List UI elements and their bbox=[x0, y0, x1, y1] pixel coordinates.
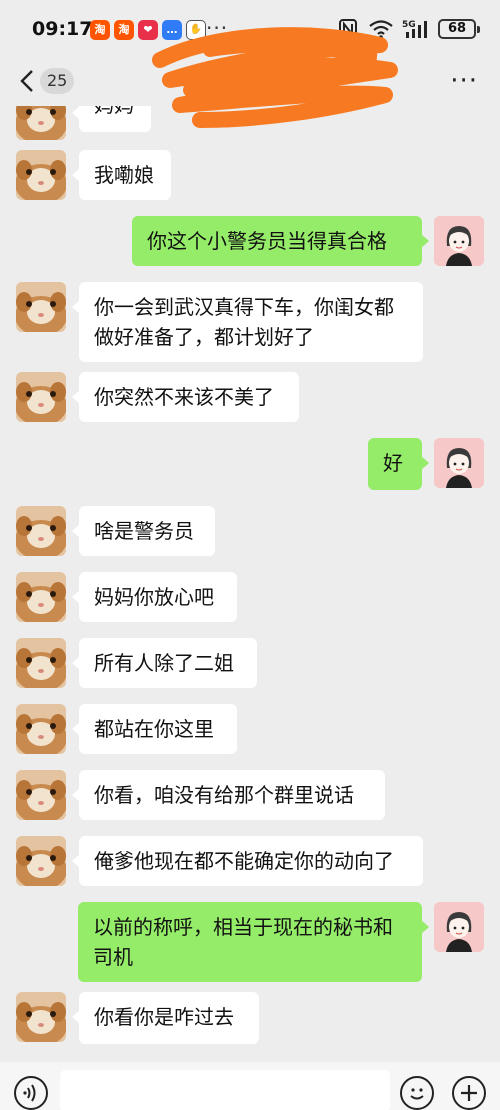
contact-avatar[interactable] bbox=[16, 770, 66, 820]
message-input[interactable] bbox=[60, 1070, 390, 1110]
contact-avatar[interactable] bbox=[16, 572, 66, 622]
contact-avatar[interactable] bbox=[16, 638, 66, 688]
contact-avatar[interactable] bbox=[16, 150, 66, 200]
incoming-message-bubble[interactable]: 你看，咱没有给那个群里说话 bbox=[72, 770, 385, 820]
status-time: 09:17 bbox=[32, 18, 93, 40]
cat-avatar-icon bbox=[16, 506, 66, 556]
cat-avatar-icon bbox=[16, 372, 66, 422]
emoji-icon bbox=[410, 1088, 424, 1100]
taobao-icon: 淘 bbox=[90, 20, 110, 40]
unread-count-badge: 25 bbox=[40, 68, 75, 94]
outgoing-message-bubble[interactable]: 好 bbox=[368, 438, 429, 490]
cat-avatar-icon bbox=[16, 572, 66, 622]
voice-input-button[interactable] bbox=[14, 1076, 48, 1110]
my-avatar[interactable] bbox=[434, 902, 484, 952]
incoming-message-bubble[interactable]: 啥是警务员 bbox=[72, 506, 215, 556]
contact-avatar[interactable] bbox=[16, 836, 66, 886]
incoming-message-bubble[interactable]: 俺爹他现在都不能确定你的动向了 bbox=[72, 836, 423, 886]
emoji-button[interactable] bbox=[400, 1076, 434, 1110]
signal-icon: 5G bbox=[402, 20, 427, 38]
cat-avatar-icon bbox=[16, 150, 66, 200]
contact-avatar[interactable] bbox=[16, 992, 66, 1042]
cartoon-girl-avatar-icon bbox=[434, 216, 484, 266]
cat-avatar-icon bbox=[16, 770, 66, 820]
my-avatar[interactable] bbox=[434, 216, 484, 266]
more-actions-button[interactable] bbox=[452, 1076, 486, 1110]
message-list[interactable]: 妈妈我嘞娘你这个小警务员当得真合格你一会到武汉真得下车，你闺女都 做好准备了，都… bbox=[0, 0, 500, 1110]
incoming-message-bubble[interactable]: 都站在你这里 bbox=[72, 704, 237, 754]
cat-avatar-icon bbox=[16, 638, 66, 688]
outgoing-message-bubble[interactable]: 你这个小警务员当得真合格 bbox=[132, 216, 429, 266]
voice-icon bbox=[23, 1084, 36, 1102]
incoming-message-bubble[interactable]: 妈妈你放心吧 bbox=[72, 572, 237, 622]
cat-avatar-icon bbox=[16, 282, 66, 332]
input-bar bbox=[0, 1062, 500, 1110]
plus-icon bbox=[461, 1085, 477, 1101]
cartoon-girl-avatar-icon bbox=[434, 902, 484, 952]
battery-indicator: 68 bbox=[438, 19, 480, 39]
outgoing-message-bubble[interactable]: 以前的称呼，相当于现在的秘书和 司机 bbox=[78, 902, 429, 982]
cartoon-girl-avatar-icon bbox=[434, 438, 484, 488]
incoming-message-bubble[interactable]: 所有人除了二姐 bbox=[72, 638, 257, 688]
contact-avatar[interactable] bbox=[16, 282, 66, 332]
chat-menu-button[interactable]: ··· bbox=[450, 66, 478, 96]
cat-avatar-icon bbox=[16, 992, 66, 1042]
incoming-message-bubble[interactable]: 我嘞娘 bbox=[72, 150, 171, 200]
cat-avatar-icon bbox=[16, 836, 66, 886]
redaction-scribble bbox=[152, 27, 398, 128]
contact-avatar[interactable] bbox=[16, 506, 66, 556]
incoming-message-bubble[interactable]: 你一会到武汉真得下车，你闺女都 做好准备了，都计划好了 bbox=[72, 282, 423, 362]
my-avatar[interactable] bbox=[434, 438, 484, 488]
incoming-message-bubble[interactable]: 你突然不来该不美了 bbox=[72, 372, 299, 422]
cat-avatar-icon bbox=[16, 704, 66, 754]
chevron-left-icon bbox=[20, 70, 33, 92]
contact-avatar[interactable] bbox=[16, 372, 66, 422]
taobao-icon: 淘 bbox=[114, 20, 134, 40]
back-button[interactable]: 25 bbox=[18, 64, 78, 98]
incoming-message-bubble[interactable]: 你看你是咋过去 bbox=[72, 992, 259, 1044]
contact-avatar[interactable] bbox=[16, 704, 66, 754]
network-label: 5G bbox=[402, 20, 416, 30]
